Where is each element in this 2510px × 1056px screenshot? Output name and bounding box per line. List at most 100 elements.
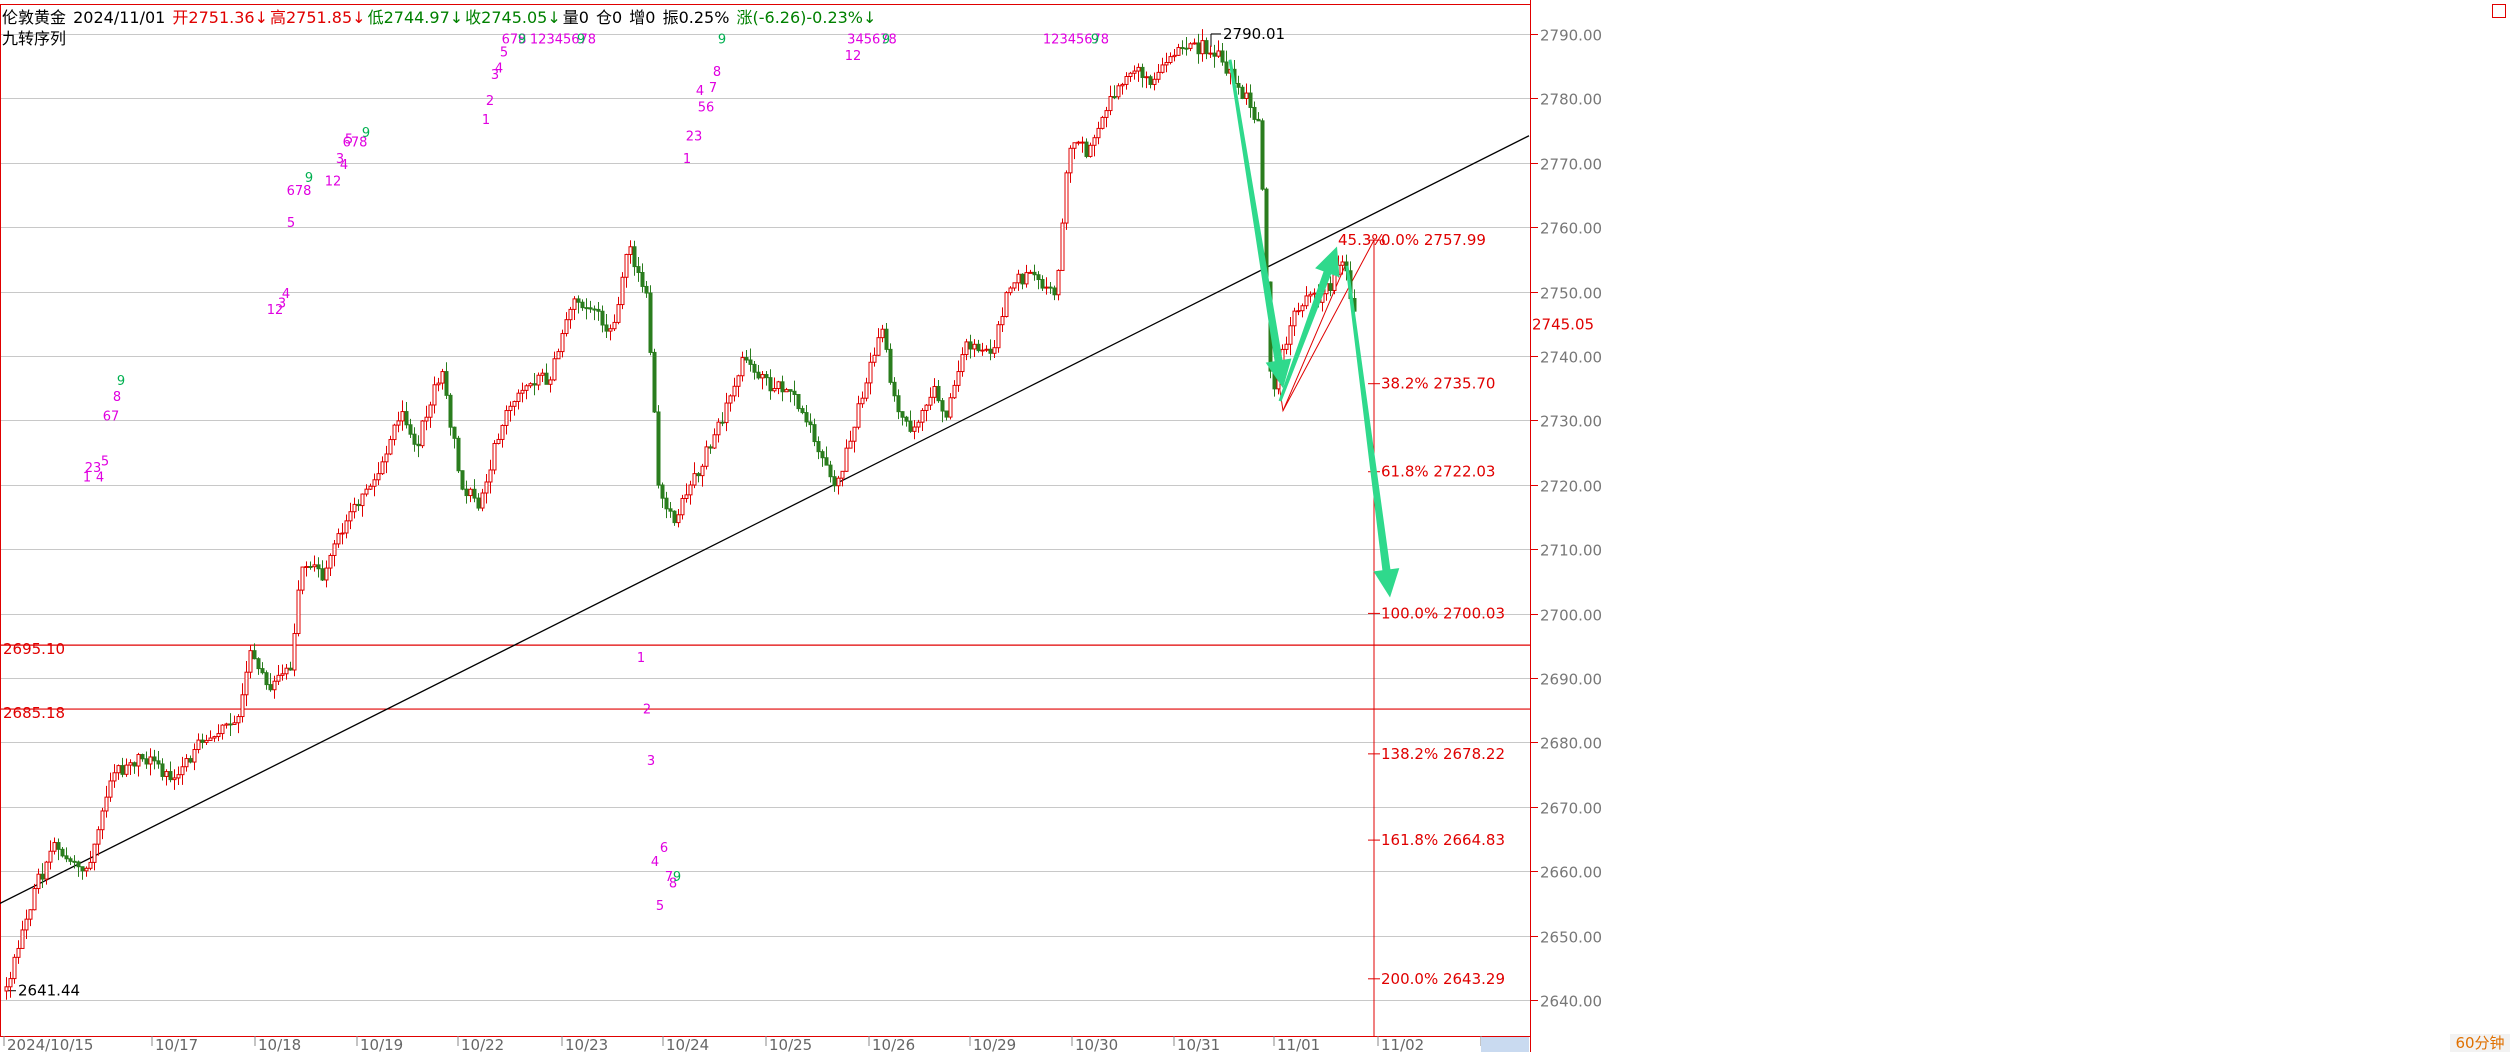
candle-body <box>348 511 353 522</box>
candle-body <box>60 848 65 857</box>
candle-body <box>56 842 61 850</box>
candle <box>1244 83 1249 105</box>
time-tick-label: 10/19 <box>360 1036 403 1052</box>
candle <box>168 761 173 783</box>
candle-body <box>1284 343 1289 350</box>
candle <box>1088 142 1093 158</box>
candle-body <box>208 737 213 741</box>
candle <box>120 757 125 778</box>
candle-body <box>220 724 225 735</box>
candle-body <box>1168 56 1173 63</box>
candle <box>404 402 409 429</box>
candle-body <box>556 351 561 360</box>
candle <box>1304 286 1309 310</box>
candle <box>524 384 529 400</box>
price-tick-label: 2760.00 <box>1540 220 1602 238</box>
candle <box>1160 57 1165 74</box>
candle <box>56 838 61 861</box>
candle-body <box>980 349 985 352</box>
candle <box>1340 255 1345 275</box>
candle <box>28 909 33 927</box>
td-count-label: 9 <box>362 126 370 141</box>
candle-body <box>788 389 793 392</box>
candle-body <box>252 650 257 660</box>
candle-body <box>540 372 545 376</box>
candle <box>820 449 825 467</box>
candle <box>108 772 113 802</box>
candle <box>808 413 813 433</box>
candle-body <box>840 470 845 479</box>
candle <box>736 374 741 398</box>
candle <box>904 415 909 427</box>
candle <box>240 683 245 723</box>
candle <box>832 470 837 492</box>
candle <box>920 408 925 432</box>
candle <box>1172 48 1177 62</box>
candle-body <box>460 470 465 490</box>
chart-canvas[interactable]: 2640.002650.002660.002670.002680.002690.… <box>0 0 2510 1054</box>
restore-window-icon[interactable] <box>2492 4 2506 18</box>
candle-body <box>664 497 669 510</box>
candle-body <box>1080 141 1085 144</box>
candle <box>912 420 917 440</box>
candle <box>1248 84 1253 118</box>
candle-body <box>852 426 857 442</box>
candle <box>568 306 573 329</box>
candle-body <box>48 850 53 863</box>
candle <box>632 240 637 276</box>
candle <box>1308 291 1313 303</box>
candle <box>1016 269 1021 291</box>
td-count-label: 5 <box>101 454 109 469</box>
candle-body <box>292 633 297 671</box>
candle-body <box>268 684 273 691</box>
candle-body <box>508 405 513 412</box>
candle <box>32 883 37 911</box>
price-tick-label: 2770.00 <box>1540 156 1602 174</box>
candle <box>456 435 461 473</box>
candle-body <box>1056 269 1061 296</box>
candle-body <box>996 324 1001 349</box>
candle <box>1064 170 1069 230</box>
candle <box>228 713 233 736</box>
candle-body <box>992 347 997 354</box>
candle-body <box>368 485 373 490</box>
candle <box>256 657 261 675</box>
candle-body <box>456 437 461 472</box>
candle-body <box>728 395 733 404</box>
candle <box>1108 85 1113 116</box>
candle-body <box>324 567 329 581</box>
candle <box>812 418 817 447</box>
candle <box>128 759 133 776</box>
td-count-label: 4 <box>696 84 704 99</box>
price-change: 涨(-6.26)-0.23%↓ <box>736 8 877 27</box>
time-tick-label: 10/31 <box>1177 1036 1220 1052</box>
time-tick-label: 10/25 <box>769 1036 812 1052</box>
candle-body <box>416 443 421 447</box>
td-count-label: 8 <box>713 65 721 80</box>
candle <box>452 426 457 449</box>
candle-body <box>1068 147 1073 174</box>
timeframe-button[interactable]: 60分钟 <box>2450 1034 2510 1052</box>
candle-body <box>848 440 853 449</box>
candle-body <box>328 554 333 569</box>
candle-body <box>92 843 97 863</box>
candle <box>460 470 465 491</box>
candle <box>628 240 633 264</box>
fib-level-label: 161.8% 2664.83 <box>1381 831 1505 849</box>
candle-body <box>632 246 637 268</box>
candle <box>784 387 789 393</box>
td-count-label: 3 <box>647 754 655 769</box>
candle-body <box>636 266 641 274</box>
candle-body <box>12 956 17 980</box>
candle-body <box>256 658 261 670</box>
candle <box>412 427 417 452</box>
candle-body <box>28 909 33 920</box>
candle <box>876 328 881 356</box>
candle <box>712 428 717 449</box>
candle-body <box>668 508 673 512</box>
candle-body <box>1236 82 1241 88</box>
candle-body <box>520 389 525 394</box>
candle-body <box>504 410 509 426</box>
time-tick-label: 11/01 <box>1277 1036 1320 1052</box>
candle <box>444 362 449 400</box>
